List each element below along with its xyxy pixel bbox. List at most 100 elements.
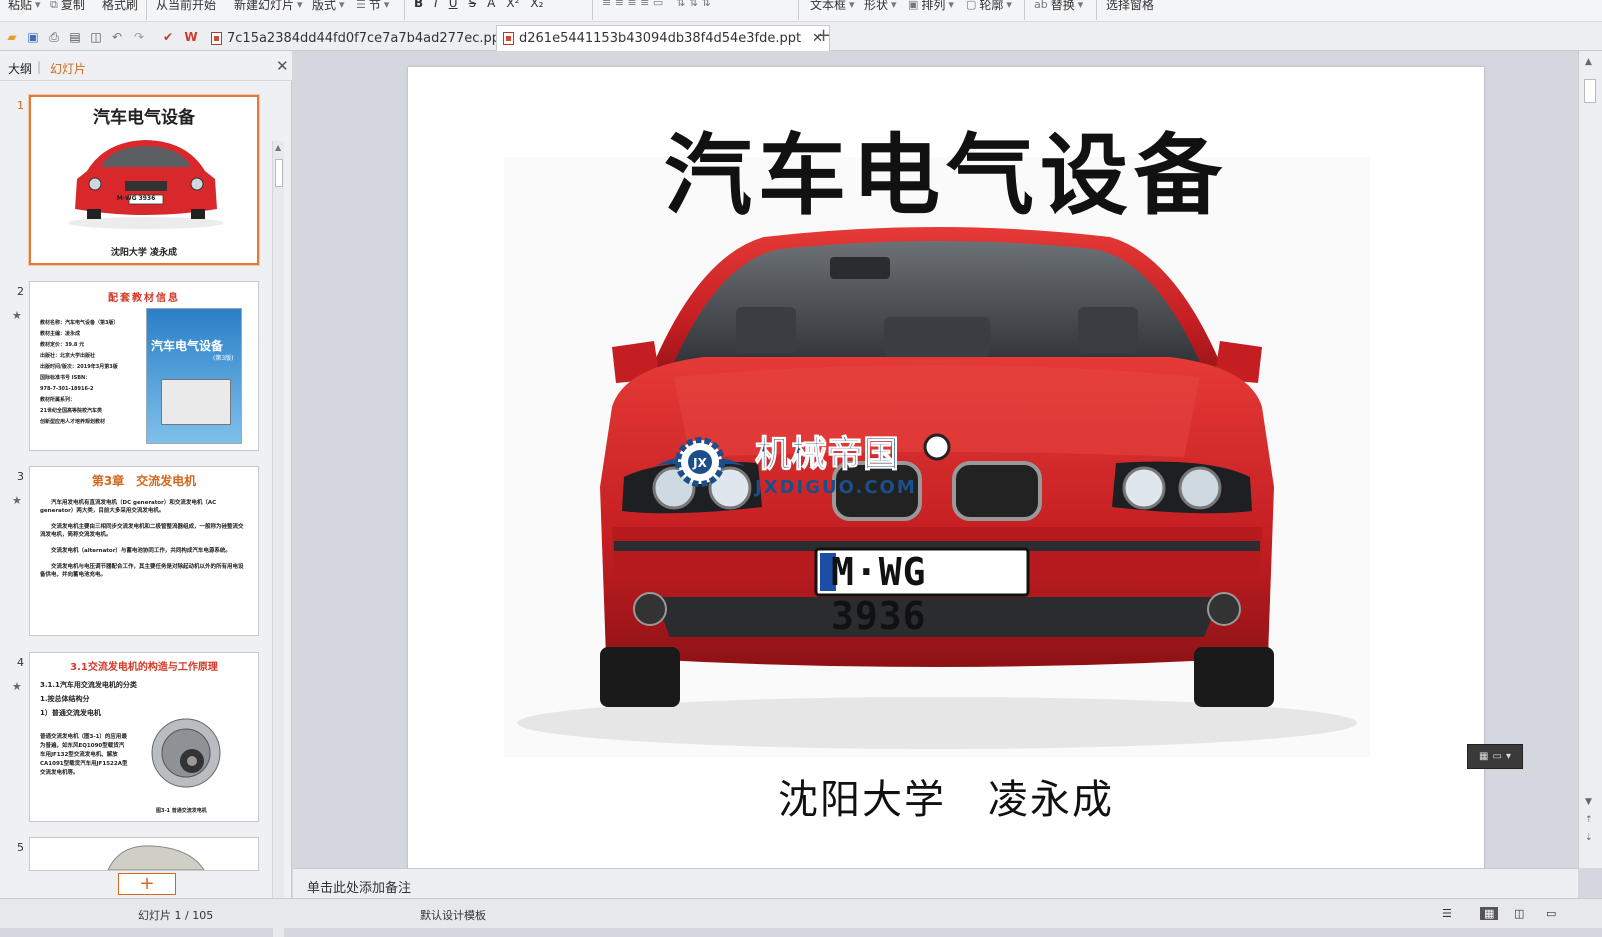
copy-button[interactable]: ⧉ 复制	[50, 0, 85, 13]
grid-icon[interactable]: ▦	[1479, 751, 1488, 762]
thumb-subtitle: 沈阳大学 凌永成	[110, 248, 178, 258]
arrange-icon: ▣	[908, 0, 919, 11]
notes-pane[interactable]: 单击此处添加备注	[293, 868, 1578, 898]
slide-thumbnail-3[interactable]: 第3章 交流发电机 汽车用发电机有直流发电机（DC generator）和交流发…	[29, 466, 259, 636]
slide-sorter-icon[interactable]: ▦	[1480, 907, 1499, 920]
divider	[1096, 0, 1097, 20]
slide-number: 4	[17, 656, 24, 669]
slide-thumbnail-1[interactable]: 汽车电气设备 M·WG 3936 沈阳大学 凌永成	[29, 95, 259, 265]
tab-label: d261e5441153b43094db38f4d54e3fde.ppt	[519, 31, 802, 46]
scroll-up-icon[interactable]: ▲	[1585, 57, 1592, 67]
font-format-buttons[interactable]: B I U S A X² X₂	[414, 0, 543, 10]
tab-label: 7c15a2384dd44fd0f7ce7a7b4ad277ec.ppt	[227, 30, 506, 46]
replace-button[interactable]: ab 替换 ▾	[1034, 0, 1083, 13]
save-icon[interactable]: ▣	[25, 29, 41, 45]
divider	[1024, 0, 1025, 20]
slide-subtitle[interactable]: 沈阳大学 凌永成	[408, 767, 1484, 825]
outline-icon: ▢	[966, 0, 977, 11]
wps-logo-icon[interactable]: W	[183, 29, 199, 45]
part-image	[107, 845, 205, 870]
format-painter-button[interactable]: 格式刷	[102, 0, 138, 13]
export-icon[interactable]: ⎙	[46, 29, 62, 45]
slides-pane: 大纲 | 幻灯片 ✕ 1 汽车电气设备 M·WG 3936 沈阳大学 凌永成 2…	[0, 51, 292, 937]
textbox-button[interactable]: 文本框 ▾	[810, 0, 855, 13]
book-cover-image: 汽车电气设备 (第3版)	[146, 308, 242, 444]
select-pane-button[interactable]: 选择窗格	[1106, 0, 1154, 13]
slideshow-icon[interactable]: ▭	[1546, 907, 1556, 920]
scroll-down-icon[interactable]: ▼	[1585, 797, 1592, 807]
canvas-scrollbar[interactable]: ▲ ▼ ⇡ ⇣	[1578, 51, 1602, 868]
slide-thumbnail-5[interactable]	[29, 837, 259, 871]
design-template[interactable]: 默认设计模板	[420, 907, 486, 923]
slide-title[interactable]: 汽车电气设备	[408, 105, 1484, 232]
reading-view-icon[interactable]: ◫	[1514, 907, 1524, 920]
section-button[interactable]: ☰ 节 ▾	[356, 0, 389, 13]
arrange-button[interactable]: ▣ 排列 ▾	[908, 0, 954, 13]
shape-button[interactable]: 形状 ▾	[864, 0, 897, 13]
scrollbar-thumb[interactable]	[1584, 79, 1596, 103]
slide-canvas[interactable]: M·WG 3936 JX 机械帝国 JXDIGUO.COM 汽车电气设备 沈阳大…	[408, 67, 1484, 873]
divider	[798, 0, 799, 20]
watermark-en: JXDIGUO.COM	[755, 477, 917, 498]
slide-number: 1	[17, 99, 24, 112]
floating-toolbar[interactable]: ▦ ▭ ▾	[1467, 744, 1523, 769]
dropdown-icon[interactable]: ▾	[1506, 751, 1511, 762]
notes-placeholder[interactable]: 单击此处添加备注	[307, 877, 411, 896]
keyboard-icon[interactable]: ▭	[1492, 751, 1501, 762]
tab-document-1[interactable]: 7c15a2384dd44fd0f7ce7a7b4ad277ec.ppt ✕	[205, 25, 533, 51]
slides-scrollbar[interactable]: ▲ ▼	[272, 141, 284, 937]
slide-count: 幻灯片 1 / 105	[138, 909, 214, 922]
pane-tabs: 大纲 | 幻灯片 ✕	[0, 51, 292, 81]
slide-number: 5	[17, 841, 24, 854]
undo-icon[interactable]: ↶	[109, 29, 125, 45]
paragraph-align-buttons[interactable]: ≡ ≡ ≡ ≡ ▭ ⇅ ⇅ ⇅	[602, 0, 711, 9]
pin-icon[interactable]: ✔	[160, 29, 176, 45]
tab-slides[interactable]: 幻灯片	[50, 60, 86, 77]
layout-button[interactable]: 版式 ▾	[312, 0, 345, 13]
thumb-plate: M·WG 3936	[116, 195, 156, 202]
thumb-body: 普通交流发电机（图3-1）的应用最为普遍，如东风EQ1090型载货汽车用JF13…	[40, 734, 128, 776]
slide-thumbnail-2[interactable]: 配套教材信息 教材名称：汽车电气设备（第3版） 教材主编：凌永成 教材定价：39.8…	[29, 281, 259, 451]
preview-icon[interactable]: ◫	[88, 29, 104, 45]
scroll-up-icon[interactable]: ▲	[275, 143, 281, 152]
paste-button[interactable]: 粘贴 ▾	[8, 0, 41, 13]
prev-slide-icon[interactable]: ⇡	[1585, 815, 1593, 825]
redo-icon[interactable]: ↷	[131, 29, 147, 45]
svg-text:JX: JX	[692, 456, 707, 470]
tab-document-2[interactable]: d261e5441153b43094db38f4d54e3fde.ppt ✕	[496, 25, 830, 51]
replace-icon: ab	[1034, 0, 1048, 11]
animation-star-icon: ★	[12, 494, 22, 507]
license-plate-text: M·WG 3936	[831, 550, 927, 638]
add-slide-button[interactable]: +	[118, 873, 176, 895]
ppt-file-icon	[211, 31, 222, 45]
slide-thumbnail-4[interactable]: 3.1交流发电机的构造与工作原理 3.1.1汽车用交流发电机的分类 1.按总体结构…	[29, 652, 259, 822]
slide-number: 2	[17, 285, 24, 298]
tab-divider: |	[37, 60, 42, 74]
outline-button[interactable]: ▢ 轮廓 ▾	[966, 0, 1012, 13]
ppt-file-icon	[503, 32, 514, 45]
divider	[592, 0, 593, 20]
section-icon: ☰	[356, 0, 366, 11]
car-image	[68, 140, 224, 229]
normal-view-icon[interactable]: ☰	[1442, 907, 1452, 920]
status-bar: 幻灯片 1 / 105 默认设计模板 ☰ ▦ ◫ ▭	[0, 898, 1602, 928]
animation-star-icon: ★	[12, 309, 22, 322]
print-icon[interactable]: ▤	[67, 29, 83, 45]
close-pane-icon[interactable]: ✕	[276, 57, 289, 75]
copy-icon: ⧉	[50, 0, 58, 11]
watermark: JX 机械帝国 JXDIGUO.COM	[651, 425, 917, 498]
divider	[404, 0, 405, 20]
thumb-title: 第3章 交流发电机	[91, 474, 197, 488]
scrollbar-thumb[interactable]	[275, 159, 283, 187]
from-current-button[interactable]: 从当前开始	[156, 0, 216, 13]
divider	[146, 0, 147, 20]
new-slide-button[interactable]: 新建幻灯片 ▾	[234, 0, 303, 13]
open-folder-icon[interactable]: ▰	[4, 29, 20, 45]
thumb-title: 配套教材信息	[108, 293, 180, 304]
new-tab-icon[interactable]: +	[816, 25, 831, 46]
tab-outline[interactable]: 大纲	[8, 60, 32, 77]
watermark-cn: 机械帝国	[755, 434, 900, 476]
thumb-title: 汽车电气设备	[93, 108, 195, 128]
next-slide-icon[interactable]: ⇣	[1585, 833, 1593, 843]
gear-logo-icon: JX	[655, 436, 745, 487]
